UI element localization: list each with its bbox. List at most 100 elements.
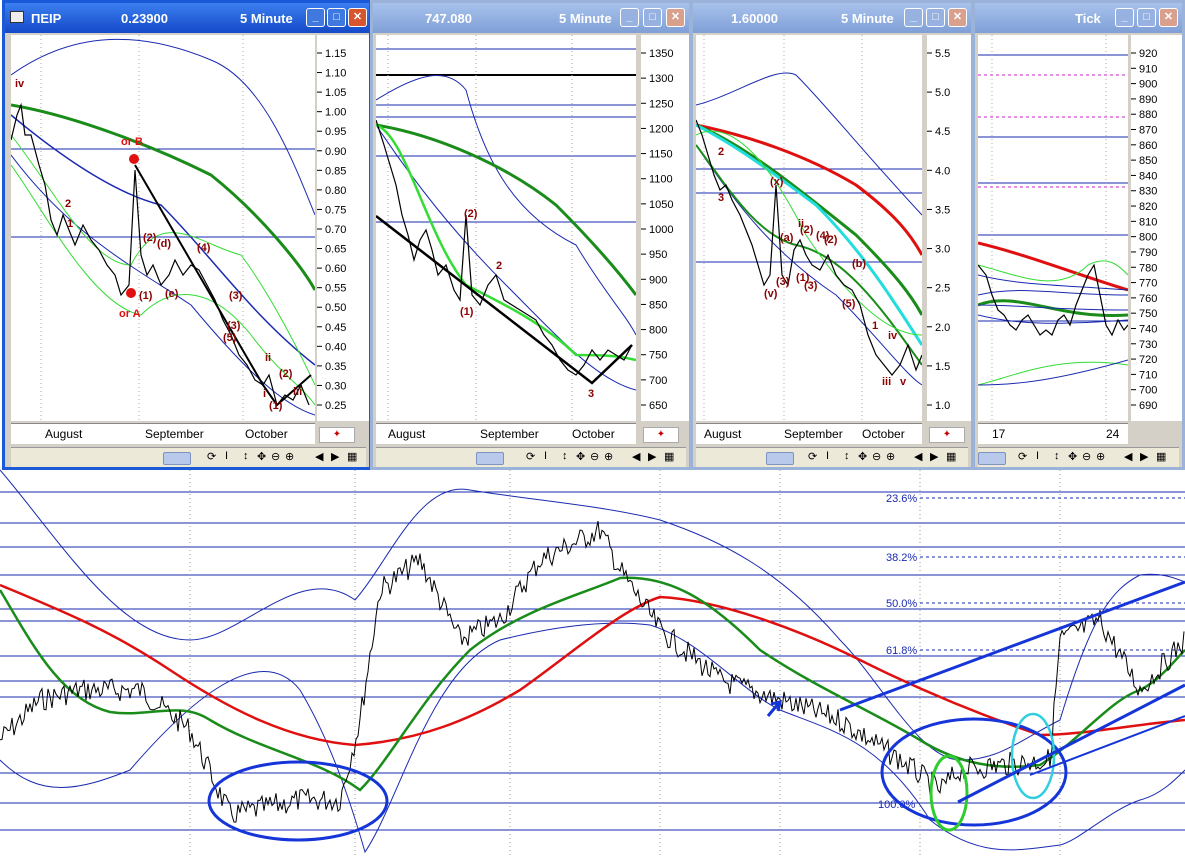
refresh-icon[interactable]: ⟳ (207, 450, 216, 463)
price-tick-label: 1050 (649, 199, 673, 211)
price-tick-label: 1250 (649, 98, 673, 110)
price-tick-label: 910 (1139, 63, 1157, 75)
close-icon[interactable]: ✕ (1159, 8, 1178, 27)
wave-label: i (263, 388, 266, 400)
grid-icon[interactable]: ▦ (664, 450, 674, 463)
price-tick-label: 1.15 (325, 48, 346, 60)
scroll-right-icon[interactable]: ▶ (930, 450, 938, 463)
zoom-in-icon[interactable]: ⊕ (886, 450, 895, 463)
cursor-icon[interactable]: I (225, 450, 228, 462)
vertical-move-icon[interactable]: ↕ (243, 450, 249, 462)
scroll-left-icon[interactable]: ◀ (914, 450, 922, 463)
refresh-icon[interactable]: ⟳ (526, 450, 535, 463)
time-axis: 17 24 (978, 423, 1128, 444)
window-titlebar[interactable]: 747.080 5 Minute _ □ ✕ (373, 3, 689, 33)
vertical-move-icon[interactable]: ↕ (562, 450, 568, 462)
maximize-icon[interactable]: □ (643, 8, 662, 27)
window-titlebar[interactable]: 1.60000 5 Minute _ □ ✕ (693, 3, 971, 33)
price-tick-label: 0.55 (325, 283, 346, 295)
price-tick-label: 0.25 (325, 400, 346, 412)
price-tick-label: 900 (1139, 79, 1157, 91)
wave-label: (x) (770, 176, 784, 188)
price-plot[interactable]: (2) (1) 2 3 (376, 35, 636, 421)
window-titlebar[interactable]: ΠΕΙΡ 0.23900 5 Minute _ □ ✕ (5, 3, 369, 33)
close-icon[interactable]: ✕ (348, 8, 367, 27)
price-tick-label: 0.75 (325, 204, 346, 216)
zoom-in-icon[interactable]: ⊕ (604, 450, 613, 463)
scrollbar-thumb[interactable] (476, 452, 504, 465)
maximize-icon[interactable]: □ (327, 8, 346, 27)
minimize-icon[interactable]: _ (306, 8, 325, 27)
chart-window-3[interactable]: 1.60000 5 Minute _ □ ✕ 2 3 (x) (a) (2) (… (690, 0, 974, 470)
fib-label-382: 38.2% (886, 552, 917, 564)
price-tick-label: 710 (1139, 369, 1157, 381)
price-plot[interactable]: 2 3 (x) (a) (2) (3) (v) (1) (3) (2) (4) … (696, 35, 922, 421)
interval-label: 5 Minute (559, 11, 612, 26)
wave-label: or B (121, 136, 143, 148)
close-icon[interactable]: ✕ (666, 8, 685, 27)
zoom-out-icon[interactable]: ⊖ (271, 450, 280, 463)
minimize-icon[interactable]: _ (1115, 8, 1134, 27)
chart-window-2[interactable]: 747.080 5 Minute _ □ ✕ (2) (1) 2 3 1350 … (370, 0, 692, 470)
price-plot[interactable] (978, 35, 1128, 421)
price-tick-label: 750 (1139, 308, 1157, 320)
chart-window-1[interactable]: ΠΕΙΡ 0.23900 5 Minute _ □ ✕ iv or B or A (2, 0, 372, 470)
maximize-icon[interactable]: □ (1137, 8, 1156, 27)
window-titlebar[interactable]: Tick _ □ ✕ (975, 3, 1182, 33)
scrollbar-thumb[interactable] (766, 452, 794, 465)
price-tick-label: 740 (1139, 323, 1157, 335)
grid-icon[interactable]: ▦ (347, 450, 357, 463)
zoom-in-icon[interactable]: ⊕ (285, 450, 294, 463)
grid-icon[interactable]: ▦ (1156, 450, 1166, 463)
zoom-out-icon[interactable]: ⊖ (590, 450, 599, 463)
price-tick-label: 840 (1139, 170, 1157, 182)
move-icon[interactable]: ✥ (257, 450, 266, 463)
refresh-icon[interactable]: ⟳ (1018, 450, 1027, 463)
price-tick-label: 0.90 (325, 146, 346, 158)
wave-label: 1 (67, 218, 73, 230)
grid-icon[interactable]: ▦ (946, 450, 956, 463)
scroll-left-icon[interactable]: ◀ (632, 450, 640, 463)
close-icon[interactable]: ✕ (948, 8, 967, 27)
move-icon[interactable]: ✥ (1068, 450, 1077, 463)
minimize-icon[interactable]: _ (620, 8, 639, 27)
date-label: 24 (1106, 427, 1120, 441)
price-tick-label: 690 (1139, 400, 1157, 412)
vertical-move-icon[interactable]: ↕ (1054, 450, 1060, 462)
wave-label: (1) (139, 290, 153, 302)
zoom-out-icon[interactable]: ⊖ (872, 450, 881, 463)
cursor-icon[interactable]: I (544, 450, 547, 462)
zoom-in-icon[interactable]: ⊕ (1096, 450, 1105, 463)
price-tick-label: 920 (1139, 48, 1157, 60)
zoom-out-icon[interactable]: ⊖ (1082, 450, 1091, 463)
scroll-right-icon[interactable]: ▶ (331, 450, 339, 463)
fib-label-618: 61.8% (886, 645, 917, 657)
scrollbar-thumb[interactable] (163, 452, 191, 465)
scroll-right-icon[interactable]: ▶ (648, 450, 656, 463)
scroll-left-icon[interactable]: ◀ (1124, 450, 1132, 463)
refresh-icon[interactable]: ⟳ (808, 450, 817, 463)
chart-window-4[interactable]: Tick _ □ ✕ 920 910 900 890 880 870 860 8… (972, 0, 1185, 470)
vertical-move-icon[interactable]: ↕ (844, 450, 850, 462)
last-price-label: 747.080 (425, 11, 472, 26)
maximize-icon[interactable]: □ (926, 8, 945, 27)
scrollbar-thumb[interactable] (978, 452, 1006, 465)
scroll-left-icon[interactable]: ◀ (315, 450, 323, 463)
logo-icon: ✦ (929, 427, 965, 443)
price-axis: 1350 1300 1250 1200 1150 1100 1050 1000 950 900 85… (641, 35, 689, 421)
price-tick-label: 2.0 (935, 322, 950, 334)
scroll-right-icon[interactable]: ▶ (1140, 450, 1148, 463)
move-icon[interactable]: ✥ (858, 450, 867, 463)
price-tick-label: 0.50 (325, 302, 346, 314)
cursor-icon[interactable]: I (1036, 450, 1039, 462)
cursor-icon[interactable]: I (826, 450, 829, 462)
price-plot[interactable]: iv or B or A 2 1 (1) (2) (d) (e) (4) (5)… (11, 35, 315, 421)
price-tick-label: 850 (1139, 155, 1157, 167)
move-icon[interactable]: ✥ (576, 450, 585, 463)
wave-label: 1 (872, 320, 878, 332)
minimize-icon[interactable]: _ (904, 8, 923, 27)
price-tick-label: 730 (1139, 339, 1157, 351)
price-tick-label: 720 (1139, 354, 1157, 366)
price-tick-label: 1350 (649, 48, 673, 60)
price-tick-label: 770 (1139, 278, 1157, 290)
